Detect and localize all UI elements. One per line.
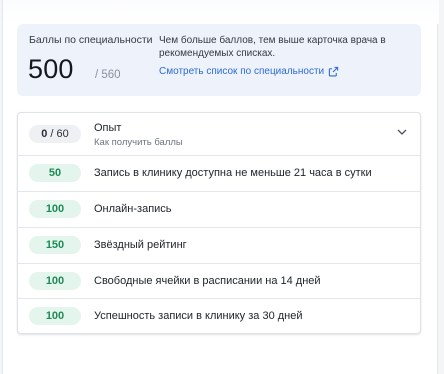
specialty-score-card: Баллы по специальности 500 / 560 Чем бол… — [17, 24, 421, 96]
criteria-label: Запись в клинику доступна не меньше 21 ч… — [94, 167, 372, 179]
experience-points-badge: 0 / 60 — [29, 125, 81, 143]
criteria-row: 50 Запись в клинику доступна не меньше 2… — [18, 156, 420, 192]
experience-max: / 60 — [50, 128, 69, 140]
experience-points: 0 — [41, 128, 48, 140]
criteria-row: 100 Свободные ячейки в расписании на 14 … — [18, 264, 420, 299]
specialty-points-panel: Баллы по специальности 500 / 560 Чем бол… — [2, 0, 439, 374]
criteria-row: 100 Успешность записи в клинику за 30 дн… — [18, 299, 420, 333]
criteria-label: Успешность записи в клинику за 30 дней — [94, 310, 303, 322]
external-link-icon — [328, 66, 339, 77]
chevron-down-icon[interactable] — [396, 126, 408, 138]
criteria-row: 100 Онлайн-запись — [18, 192, 420, 228]
criteria-label: Свободные ячейки в расписании на 14 дней — [94, 275, 321, 287]
criteria-label: Онлайн-запись — [94, 203, 172, 215]
criteria-list: 0 / 60 Опыт Как получить баллы 50 Запись… — [17, 112, 421, 334]
criteria-points-badge: 50 — [29, 164, 81, 182]
page-background: Баллы по специальности 500 / 560 Чем бол… — [0, 0, 444, 374]
experience-row[interactable]: 0 / 60 Опыт Как получить баллы — [18, 113, 420, 156]
panel-top-fade — [3, 0, 439, 24]
criteria-row: 150 Звёздный рейтинг — [18, 228, 420, 264]
criteria-points-badge: 100 — [29, 272, 81, 290]
criteria-label: Звёздный рейтинг — [94, 239, 187, 251]
score-max: / 560 — [95, 69, 121, 81]
criteria-points-badge: 150 — [29, 236, 81, 254]
criteria-points-badge: 100 — [29, 200, 81, 218]
experience-title: Опыт — [94, 122, 122, 134]
score-hint: Чем больше баллов, тем выше карточка вра… — [159, 35, 386, 59]
specialty-list-link[interactable]: Смотреть список по специальности — [159, 66, 339, 77]
score-label: Баллы по специальности — [29, 34, 153, 46]
experience-subtitle: Как получить баллы — [94, 137, 183, 148]
score-value: 500 — [28, 54, 74, 84]
criteria-points-badge: 100 — [29, 307, 81, 325]
specialty-list-link-label: Смотреть список по специальности — [159, 66, 325, 77]
